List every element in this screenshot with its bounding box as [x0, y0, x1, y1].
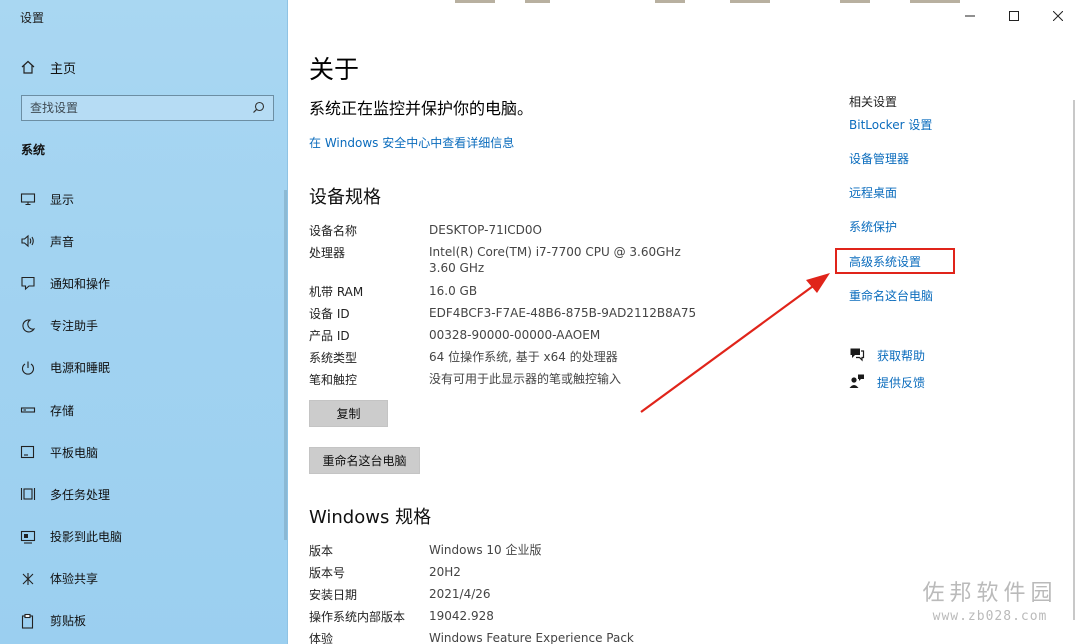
feedback-icon — [849, 373, 865, 392]
system-protection-link[interactable]: 系统保护 — [849, 218, 897, 235]
watermark-line2: www.zb028.com — [932, 609, 1048, 624]
rename-this-pc-link[interactable]: 重命名这台电脑 — [849, 287, 933, 304]
spec-key: 设备名称 — [309, 224, 358, 238]
sidebar-item-notifications[interactable]: 通知和操作 — [0, 262, 288, 304]
sidebar-item-label: 剪贴板 — [50, 614, 87, 629]
sidebar-item-display[interactable]: 显示 — [0, 178, 288, 220]
spec-value: Intel(R) Core(TM) i7-7700 CPU @ 3.60GHz … — [429, 245, 681, 275]
storage-icon — [20, 402, 36, 418]
sidebar-item-label: 存储 — [50, 403, 75, 418]
advanced-system-settings-link[interactable]: 高级系统设置 — [849, 253, 921, 270]
spec-value: 16.0 GB — [429, 284, 478, 298]
spec-key: 版本号 — [309, 566, 346, 580]
get-help-label[interactable]: 获取帮助 — [877, 347, 925, 364]
related-settings-title: 相关设置 — [849, 95, 898, 109]
sidebar-item-label: 投影到此电脑 — [50, 530, 123, 545]
spec-key: 产品 ID — [309, 329, 350, 343]
sidebar-item-label: 通知和操作 — [50, 276, 111, 291]
spec-key: 系统类型 — [309, 351, 358, 365]
speaker-icon — [20, 233, 36, 249]
sidebar-item-power-sleep[interactable]: 电源和睡眠 — [0, 347, 288, 389]
sidebar-item-focus-assist[interactable]: 专注助手 — [0, 305, 288, 347]
search-input[interactable] — [30, 101, 252, 115]
clipboard-icon — [20, 613, 36, 629]
sidebar-nav: 显示 声音 通知和操作 专注助手 电源和睡眠 存储 平板电脑 多任务处理 投影到… — [0, 178, 288, 642]
spec-key: 设备 ID — [309, 307, 350, 321]
section-label-system: 系统 — [21, 143, 46, 157]
tablet-icon — [20, 444, 36, 460]
protection-status-text: 系统正在监控并保护你的电脑。 — [309, 99, 534, 118]
app-title: 设置 — [20, 11, 45, 25]
sidebar-item-label: 平板电脑 — [50, 445, 99, 460]
spec-key: 安装日期 — [309, 588, 358, 602]
rename-pc-button[interactable]: 重命名这台电脑 — [309, 447, 420, 474]
power-icon — [20, 360, 36, 376]
sidebar-item-label: 电源和睡眠 — [50, 361, 111, 376]
get-help-item[interactable]: 获取帮助 — [849, 346, 925, 365]
monitor-icon — [20, 191, 36, 207]
multitask-icon — [20, 486, 36, 502]
spec-value: 19042.928 — [429, 609, 494, 623]
spec-value: EDF4BCF3-F7AE-48B6-875B-9AD2112B8A75 — [429, 306, 697, 320]
search-icon[interactable] — [252, 99, 265, 118]
bitlocker-settings-link[interactable]: BitLocker 设置 — [849, 116, 932, 133]
spec-key: 操作系统内部版本 — [309, 610, 406, 624]
sidebar: 设置 主页 系统 显示 声音 通知和操作 专注助手 — [0, 0, 288, 644]
spec-value: 00328-90000-00000-AAOEM — [429, 328, 601, 342]
spec-value: 没有可用于此显示器的笔或触控输入 — [429, 372, 622, 386]
spec-value: 64 位操作系统, 基于 x64 的处理器 — [429, 350, 618, 364]
home-icon — [20, 59, 36, 75]
spec-key: 笔和触控 — [309, 373, 358, 387]
notification-icon — [20, 275, 36, 291]
share-icon — [20, 571, 36, 587]
give-feedback-label[interactable]: 提供反馈 — [877, 374, 925, 391]
help-chat-icon — [849, 346, 865, 365]
watermark-line1: 佐邦软件园 — [922, 581, 1058, 606]
spec-value: DESKTOP-71ICD0O — [429, 223, 542, 237]
page-title: 关于 — [309, 55, 360, 84]
remote-desktop-link[interactable]: 远程桌面 — [849, 184, 897, 201]
sidebar-item-multitasking[interactable]: 多任务处理 — [0, 473, 288, 515]
search-box[interactable] — [21, 95, 274, 121]
sidebar-item-storage[interactable]: 存储 — [0, 389, 288, 431]
spec-value: 2021/4/26 — [429, 587, 491, 601]
project-icon — [20, 529, 36, 545]
sidebar-item-label: 体验共享 — [50, 572, 99, 587]
windows-specs-heading: Windows 规格 — [309, 507, 432, 528]
spec-key: 版本 — [309, 544, 334, 558]
sidebar-item-project-to-pc[interactable]: 投影到此电脑 — [0, 516, 288, 558]
sidebar-item-label: 显示 — [50, 192, 75, 207]
sidebar-home-label: 主页 — [50, 61, 77, 77]
sidebar-item-clipboard[interactable]: 剪贴板 — [0, 600, 288, 642]
sidebar-scrollbar[interactable] — [284, 190, 287, 540]
spec-key: 机带 RAM — [309, 285, 364, 299]
sidebar-item-label: 专注助手 — [50, 319, 99, 334]
main-content: 关于 系统正在监控并保护你的电脑。 在 Windows 安全中心中查看详细信息 … — [289, 0, 1080, 644]
spec-key: 体验 — [309, 632, 334, 644]
sidebar-item-tablet[interactable]: 平板电脑 — [0, 431, 288, 473]
main-scrollbar[interactable] — [1073, 100, 1075, 620]
spec-value: 20H2 — [429, 565, 461, 579]
sidebar-item-label: 声音 — [50, 234, 75, 249]
spec-key: 处理器 — [309, 246, 346, 260]
spec-value: Windows Feature Experience Pack 120.2212… — [429, 631, 634, 644]
copy-button[interactable]: 复制 — [309, 400, 388, 427]
device-specs-heading: 设备规格 — [309, 187, 381, 208]
sidebar-item-label: 多任务处理 — [50, 487, 111, 502]
sidebar-home[interactable]: 主页 — [20, 56, 76, 78]
watermark: 佐邦软件园 www.zb028.com — [910, 575, 1070, 624]
security-center-link[interactable]: 在 Windows 安全中心中查看详细信息 — [309, 134, 514, 151]
spec-value: Windows 10 企业版 — [429, 543, 542, 557]
sidebar-item-sound[interactable]: 声音 — [0, 220, 288, 262]
moon-icon — [20, 318, 36, 334]
device-manager-link[interactable]: 设备管理器 — [849, 150, 909, 167]
sidebar-item-shared-experiences[interactable]: 体验共享 — [0, 558, 288, 600]
give-feedback-item[interactable]: 提供反馈 — [849, 373, 925, 392]
